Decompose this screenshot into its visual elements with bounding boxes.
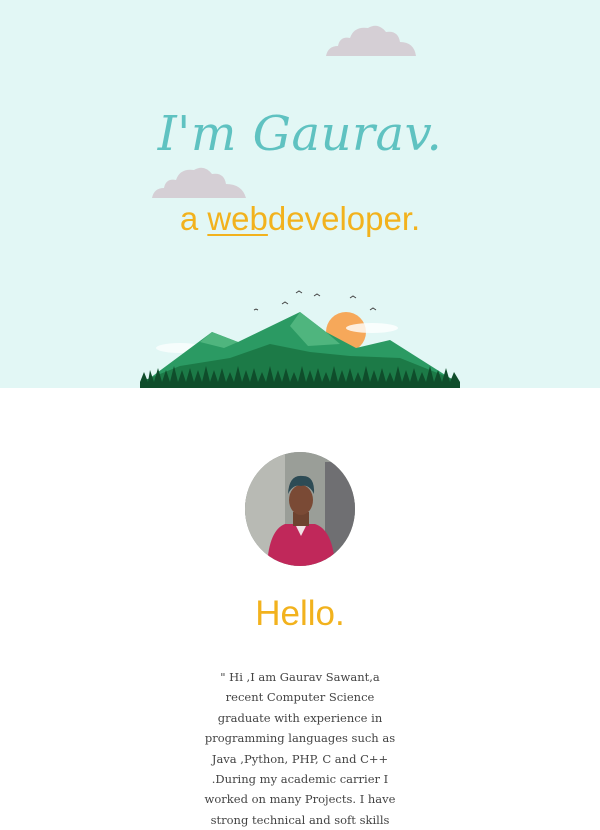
hero-section: I'm Gaurav. a webdeveloper. <box>0 0 600 388</box>
bio-text: " Hi ,I am Gaurav Sawant,a recent Comput… <box>204 670 396 827</box>
about-section: Hello. " Hi ,I am Gaurav Sawant,a recent… <box>0 388 600 827</box>
hero-role: a webdeveloper. <box>0 200 600 238</box>
cloud-middle-icon <box>152 167 246 198</box>
role-highlight: web <box>207 200 268 237</box>
mountain-landscape-illustration <box>140 290 460 388</box>
hello-heading: Hello. <box>255 594 345 633</box>
profile-photo-icon <box>245 452 355 566</box>
role-suffix: developer. <box>267 200 421 237</box>
role-prefix: a <box>179 200 208 237</box>
hero-name: I'm Gaurav. <box>157 106 443 162</box>
avatar <box>245 452 355 566</box>
cloud-top-icon <box>326 25 416 56</box>
